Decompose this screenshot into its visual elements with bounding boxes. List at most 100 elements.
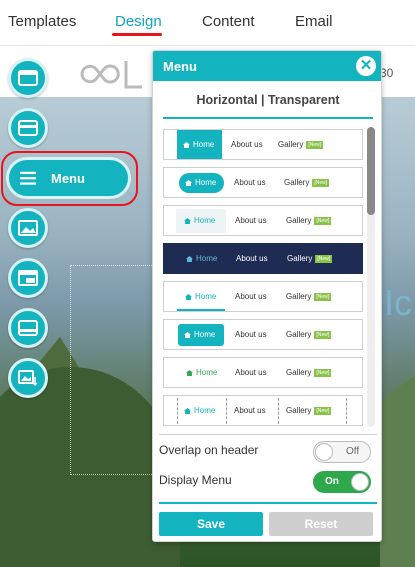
style-subheading: Horizontal | Transparent (196, 93, 340, 107)
new-badge: [New] (314, 293, 332, 301)
home-icon (186, 256, 193, 262)
menu-item-about: About us (235, 292, 267, 301)
menu-item-home: Home (186, 368, 217, 377)
home-label: Home (194, 216, 216, 225)
window-icon (18, 320, 38, 336)
home-label: Home (194, 330, 216, 339)
new-badge: [New] (314, 369, 332, 377)
layout-icon (18, 270, 38, 286)
divider (159, 502, 377, 504)
header-tool-button[interactable] (8, 58, 48, 98)
home-icon (183, 142, 190, 148)
footer-tool-button[interactable] (8, 308, 48, 348)
gallery-label: Gallery (284, 178, 310, 187)
menu-item-gallery: Gallery [New] (286, 406, 332, 415)
gallery-label: Gallery (286, 216, 312, 225)
menu-item-home: Home (184, 216, 215, 225)
panel-title: Menu (163, 59, 197, 74)
menu-style-option[interactable]: Home About us Gallery [New] (163, 205, 363, 236)
new-badge: [New] (314, 407, 332, 415)
menu-style-option[interactable]: Home About us Gallery [New] (163, 243, 363, 274)
separator (177, 398, 178, 424)
scroll-thumb[interactable] (367, 127, 375, 215)
home-icon (184, 218, 191, 224)
menu-item-gallery: Gallery [New] (286, 330, 332, 339)
gallery-label: Gallery (286, 330, 312, 339)
content-placeholder[interactable] (70, 265, 160, 475)
home-icon (184, 408, 191, 414)
home-label: Home (196, 254, 218, 263)
hamburger-icon (20, 171, 36, 185)
home-label: Home (193, 140, 215, 149)
menu-item-gallery: Gallery [New] (278, 140, 324, 149)
new-badge: [New] (312, 179, 330, 187)
image-tool-button[interactable] (8, 208, 48, 248)
menu-item-home: Home (184, 406, 215, 415)
toggle-knob (315, 443, 333, 461)
toggle-knob (351, 473, 369, 491)
active-tab-marker (112, 33, 162, 36)
menu-tool-label: Menu (51, 170, 85, 186)
gallery-label: Gallery (286, 406, 312, 415)
new-badge: [New] (306, 141, 324, 149)
new-badge: [New] (314, 217, 332, 225)
display-menu-toggle[interactable]: On (313, 471, 371, 493)
menu-style-option[interactable]: Home About us Gallery [New] (163, 319, 363, 350)
new-badge: [New] (315, 255, 333, 263)
menu-style-option[interactable]: Home About us Gallery [New] (163, 167, 363, 198)
divider (159, 434, 377, 435)
reset-button[interactable]: Reset (269, 512, 373, 536)
active-item-underline (177, 309, 225, 311)
window-icon (18, 120, 38, 136)
slideshow-icon (18, 370, 38, 387)
tab-content[interactable]: Content (202, 13, 255, 30)
toggle-state: On (325, 476, 339, 487)
menu-item-gallery: Gallery [New] (287, 254, 333, 263)
save-button[interactable]: Save (159, 512, 263, 536)
menu-item-about: About us (235, 330, 267, 339)
menu-item-home: Home (185, 178, 216, 187)
menu-item-home: Home (185, 292, 216, 301)
tab-design[interactable]: Design (115, 13, 162, 30)
mountain-shape (380, 357, 415, 567)
menu-item-home: Home (186, 254, 217, 263)
menu-style-option[interactable]: Home About us Gallery [New] (163, 281, 363, 312)
home-icon (185, 294, 192, 300)
toggle-state: Off (346, 446, 360, 457)
separator (278, 398, 279, 424)
gallery-label: Gallery (287, 254, 313, 263)
menu-item-gallery: Gallery [New] (286, 292, 332, 301)
menu-style-option[interactable]: Home About us Gallery [New] (163, 129, 363, 160)
tab-templates[interactable]: Templates (8, 13, 76, 30)
options-scrollbar[interactable] (367, 127, 375, 427)
gallery-label: Gallery (286, 368, 312, 377)
gallery-label: Gallery (278, 140, 304, 149)
layout-tool-button[interactable] (8, 108, 48, 148)
menu-item-gallery: Gallery [New] (286, 216, 332, 225)
menu-item-about: About us (236, 254, 268, 263)
section-tool-button[interactable] (8, 258, 48, 298)
menu-item-about: About us (234, 406, 266, 415)
top-tab-bar: Templates Design Content Email (0, 0, 415, 46)
menu-item-about: About us (235, 216, 267, 225)
gallery-label: Gallery (286, 292, 312, 301)
gallery-tool-button[interactable] (8, 358, 48, 398)
subheading-underline (163, 117, 373, 119)
menu-item-about: About us (231, 140, 263, 149)
hero-text: Ic (384, 282, 413, 323)
menu-item-home: Home (184, 330, 215, 339)
menu-style-option[interactable]: Home About us Gallery [New] (163, 395, 363, 426)
menu-item-gallery: Gallery [New] (284, 178, 330, 187)
overlap-toggle[interactable]: Off (313, 441, 371, 463)
display-menu-label: Display Menu (159, 473, 232, 487)
menu-item-about: About us (235, 368, 267, 377)
image-icon (18, 220, 38, 236)
menu-style-option[interactable]: Home About us Gallery [New] (163, 357, 363, 388)
home-label: Home (194, 406, 216, 415)
menu-tool-button[interactable]: Menu (6, 157, 131, 199)
tab-email[interactable]: Email (295, 13, 333, 30)
close-icon[interactable]: ✕ (356, 56, 376, 76)
editor-page: Templates Design Content Email Ic 30 Men… (0, 0, 415, 567)
separator (226, 398, 227, 424)
separator (346, 398, 347, 424)
